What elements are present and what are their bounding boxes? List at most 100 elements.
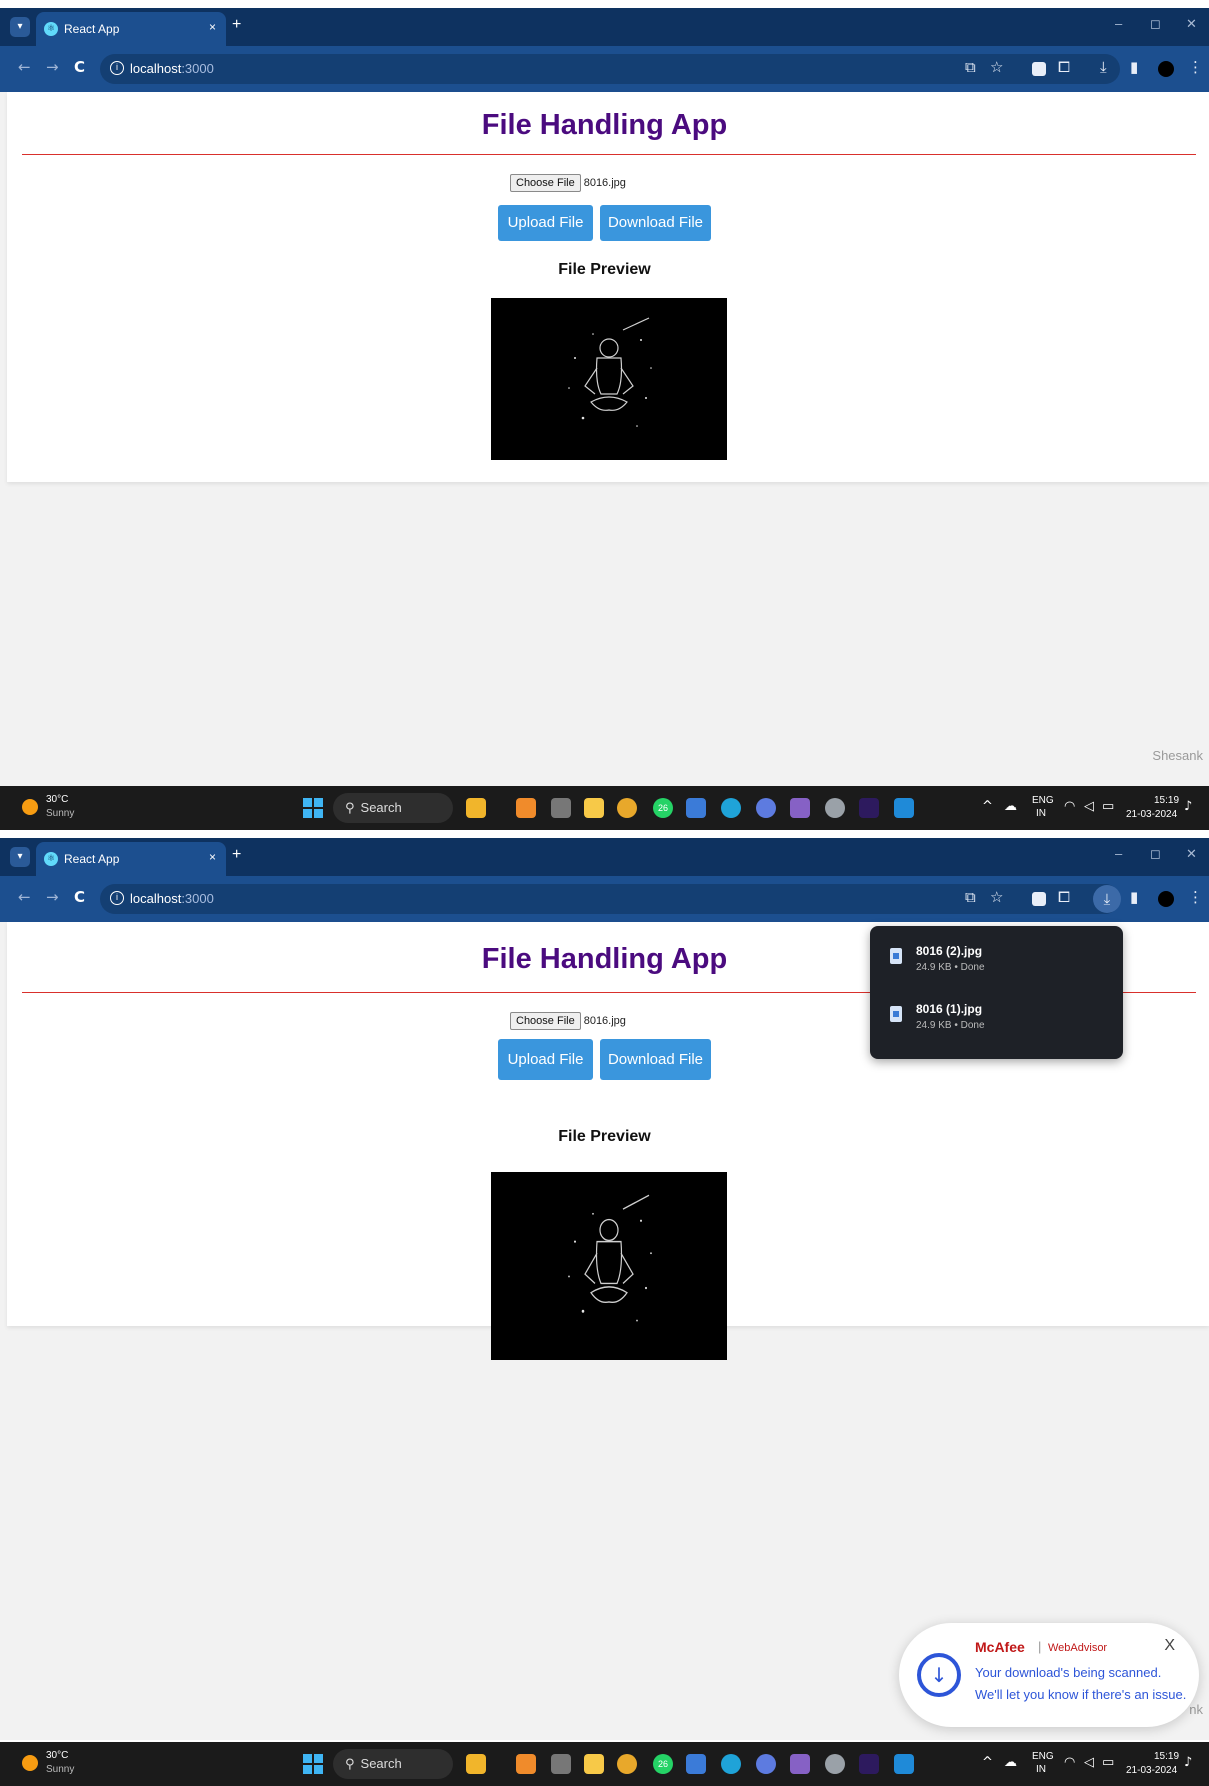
store-icon[interactable]: [686, 1754, 706, 1774]
forward-icon[interactable]: →: [46, 58, 59, 76]
minimize-button[interactable]: –: [1115, 16, 1122, 31]
battery-icon[interactable]: ▭: [1102, 1755, 1114, 1770]
language-top[interactable]: ENG: [1032, 795, 1054, 806]
task-view-icon[interactable]: [551, 1754, 571, 1774]
weather-sun-icon[interactable]: [22, 1755, 38, 1771]
menu-kebab-icon[interactable]: ⋮: [1188, 888, 1203, 906]
visual-studio-icon[interactable]: [790, 1754, 810, 1774]
file-explorer-icon[interactable]: [584, 1754, 604, 1774]
copilot-icon[interactable]: [516, 1754, 536, 1774]
clock-date[interactable]: 21-03-2024: [1126, 1765, 1177, 1776]
widgets-icon[interactable]: [466, 798, 486, 818]
volume-icon[interactable]: ◁: [1084, 799, 1094, 814]
chrome-icon[interactable]: [617, 1754, 637, 1774]
bookmark-star-icon[interactable]: ☆: [990, 888, 1003, 906]
battery-icon[interactable]: ▭: [1102, 799, 1114, 814]
vscode-icon[interactable]: [894, 798, 914, 818]
back-icon[interactable]: ←: [18, 888, 31, 906]
close-icon[interactable]: X: [1164, 1637, 1175, 1655]
choose-file-button[interactable]: Choose File: [510, 1012, 581, 1030]
r-app-icon[interactable]: [756, 1754, 776, 1774]
restore-button[interactable]: ◻: [1150, 16, 1161, 32]
settings-gear-icon[interactable]: [825, 1754, 845, 1774]
file-explorer-icon[interactable]: [584, 798, 604, 818]
volume-icon[interactable]: ◁: [1084, 1755, 1094, 1770]
side-panel-icon[interactable]: ▮: [1130, 58, 1138, 76]
premiere-pro-icon[interactable]: [859, 1754, 879, 1774]
copilot-icon[interactable]: [516, 798, 536, 818]
pocket-extension-icon[interactable]: [1032, 62, 1046, 76]
download-file-button[interactable]: Download File: [600, 205, 711, 241]
cast-icon[interactable]: ⧉: [965, 58, 976, 76]
extensions-icon[interactable]: ⧠: [1058, 58, 1070, 76]
profile-avatar[interactable]: [1158, 891, 1174, 907]
clock-date[interactable]: 21-03-2024: [1126, 809, 1177, 820]
windows-start-icon[interactable]: [303, 1754, 323, 1774]
store-icon[interactable]: [686, 798, 706, 818]
language-bottom[interactable]: IN: [1036, 808, 1046, 819]
tab-react-app[interactable]: ⚛ React App ×: [36, 12, 226, 46]
download-item[interactable]: 8016 (2).jpg 24.9 KB • Done: [870, 934, 1123, 990]
download-item[interactable]: 8016 (1).jpg 24.9 KB • Done: [870, 992, 1123, 1048]
wifi-icon[interactable]: ◠: [1064, 1755, 1075, 1770]
file-input[interactable]: Choose File 8016.jpg: [510, 1012, 626, 1032]
choose-file-button[interactable]: Choose File: [510, 174, 581, 192]
window-close-button[interactable]: ✕: [1186, 846, 1197, 862]
edge-icon[interactable]: [721, 1754, 741, 1774]
file-input[interactable]: Choose File 8016.jpg: [510, 174, 626, 194]
menu-kebab-icon[interactable]: ⋮: [1188, 58, 1203, 76]
forward-icon[interactable]: →: [46, 888, 59, 906]
back-icon[interactable]: ←: [18, 58, 31, 76]
taskbar-search[interactable]: ⚲ Search: [333, 1749, 453, 1779]
r-app-icon[interactable]: [756, 798, 776, 818]
site-info-icon[interactable]: i: [110, 891, 124, 905]
new-tab-button[interactable]: +: [232, 16, 241, 34]
whatsapp-icon[interactable]: 26: [653, 1754, 673, 1774]
tab-react-app[interactable]: ⚛ React App ×: [36, 842, 226, 876]
tab-close-icon[interactable]: ×: [209, 850, 216, 864]
notification-bell-icon[interactable]: ♪: [1184, 799, 1192, 814]
upload-file-button[interactable]: Upload File: [498, 1039, 593, 1080]
clock-time[interactable]: 15:19: [1154, 1751, 1179, 1762]
reload-icon[interactable]: C: [74, 58, 85, 76]
minimize-button[interactable]: –: [1115, 846, 1122, 861]
download-file-button[interactable]: Download File: [600, 1039, 711, 1080]
tab-close-icon[interactable]: ×: [209, 20, 216, 34]
profile-avatar[interactable]: [1158, 61, 1174, 77]
tab-search-icon[interactable]: ▾: [10, 847, 30, 867]
language-top[interactable]: ENG: [1032, 1751, 1054, 1762]
task-view-icon[interactable]: [551, 798, 571, 818]
tray-chevron-icon[interactable]: ^: [982, 1755, 993, 1770]
taskbar-search[interactable]: ⚲ Search: [333, 793, 453, 823]
restore-button[interactable]: ◻: [1150, 846, 1161, 862]
tray-chevron-icon[interactable]: ^: [982, 799, 993, 814]
window-close-button[interactable]: ✕: [1186, 16, 1197, 32]
new-tab-button[interactable]: +: [232, 846, 241, 864]
cast-icon[interactable]: ⧉: [965, 888, 976, 906]
onedrive-cloud-icon[interactable]: ☁: [1004, 799, 1017, 814]
edge-icon[interactable]: [721, 798, 741, 818]
pocket-extension-icon[interactable]: [1032, 892, 1046, 906]
notification-bell-icon[interactable]: ♪: [1184, 1755, 1192, 1770]
weather-sun-icon[interactable]: [22, 799, 38, 815]
onedrive-cloud-icon[interactable]: ☁: [1004, 1755, 1017, 1770]
language-bottom[interactable]: IN: [1036, 1764, 1046, 1775]
bookmark-star-icon[interactable]: ☆: [990, 58, 1003, 76]
side-panel-icon[interactable]: ▮: [1130, 888, 1138, 906]
downloads-icon[interactable]: ⤓: [1100, 58, 1107, 76]
premiere-pro-icon[interactable]: [859, 798, 879, 818]
site-info-icon[interactable]: i: [110, 61, 124, 75]
reload-icon[interactable]: C: [74, 888, 85, 906]
extensions-icon[interactable]: ⧠: [1058, 888, 1070, 906]
downloads-icon[interactable]: ⤓: [1093, 885, 1121, 913]
visual-studio-icon[interactable]: [790, 798, 810, 818]
tab-search-icon[interactable]: ▾: [10, 17, 30, 37]
settings-gear-icon[interactable]: [825, 798, 845, 818]
vscode-icon[interactable]: [894, 1754, 914, 1774]
clock-time[interactable]: 15:19: [1154, 795, 1179, 806]
upload-file-button[interactable]: Upload File: [498, 205, 593, 241]
chrome-icon[interactable]: [617, 798, 637, 818]
whatsapp-icon[interactable]: 26: [653, 798, 673, 818]
wifi-icon[interactable]: ◠: [1064, 799, 1075, 814]
widgets-icon[interactable]: [466, 1754, 486, 1774]
